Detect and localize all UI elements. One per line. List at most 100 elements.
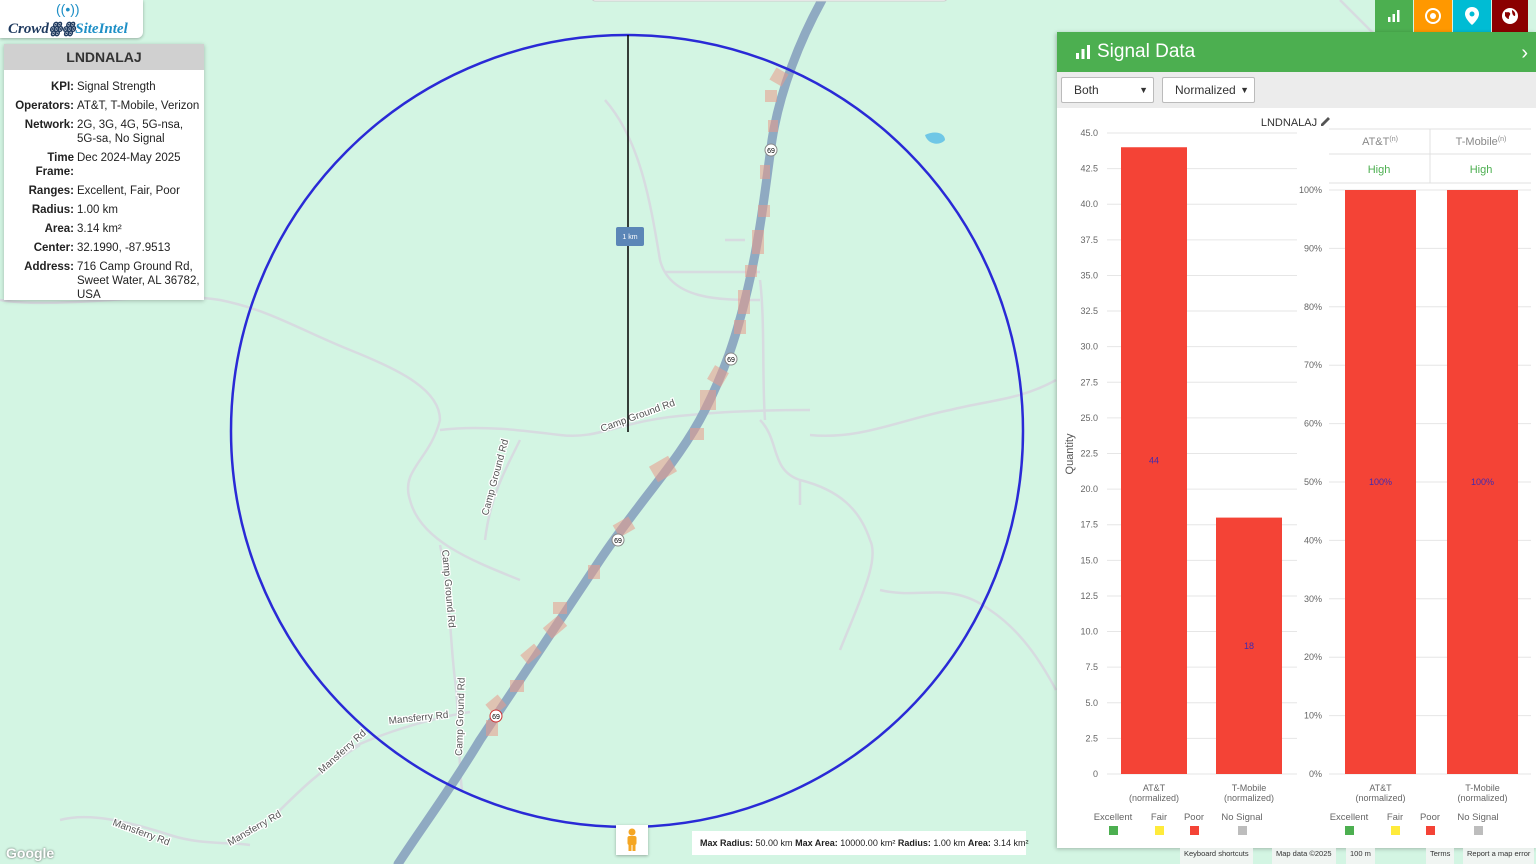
site-info-panel: LNDNALAJ KPI: Signal Strength Operators: AT… bbox=[4, 44, 204, 301]
legend-label: Excellent bbox=[1094, 812, 1133, 823]
x-category-label: AT&T bbox=[1143, 783, 1166, 793]
info-value: AT&T, T-Mobile, Verizon bbox=[77, 100, 200, 112]
x-category-label: AT&T bbox=[1369, 783, 1392, 793]
legend-swatch bbox=[1238, 826, 1247, 835]
route-shield-label: 69 bbox=[727, 357, 735, 364]
operator-select[interactable]: Both ▼ bbox=[1061, 77, 1154, 103]
y-tick-label: 37.5 bbox=[1080, 235, 1098, 245]
svg-text:AT&T(n): AT&T(n) bbox=[1362, 136, 1398, 148]
panel-controls: Both ▼ Normalized ▼ bbox=[1057, 72, 1536, 108]
keyboard-shortcuts-link[interactable]: Keyboard shortcuts bbox=[1180, 848, 1253, 864]
x-category-label: (normalized) bbox=[1355, 793, 1405, 803]
svg-text:T-Mobile(n): T-Mobile(n) bbox=[1456, 136, 1507, 148]
info-label: Radius: bbox=[31, 204, 74, 216]
y-tick-label: 42.5 bbox=[1080, 164, 1098, 174]
table-col-tmobile: T-Mobile bbox=[1456, 136, 1498, 148]
info-label: Address: bbox=[24, 261, 74, 273]
legend-swatch bbox=[1190, 826, 1199, 835]
info-label: KPI: bbox=[51, 81, 74, 93]
info-row: Ranges: Excellent, Fair, Poor bbox=[4, 184, 204, 198]
y-tick-label: 0% bbox=[1309, 769, 1322, 779]
info-label: Time Frame: bbox=[35, 152, 74, 178]
stat-value: 3.14 km² bbox=[993, 838, 1029, 848]
table-col-tmobile-sup: (n) bbox=[1498, 136, 1507, 143]
tmobile-level: High bbox=[1470, 164, 1493, 176]
info-value: 2G, 3G, 4G, 5G-nsa, 5G-sa, No Signal bbox=[77, 119, 184, 145]
y-tick-label: 27.5 bbox=[1080, 377, 1098, 387]
y-tick-label: 17.5 bbox=[1080, 520, 1098, 530]
legend-label: Poor bbox=[1420, 812, 1440, 823]
pegman-icon bbox=[627, 828, 637, 851]
y-tick-label: 45.0 bbox=[1080, 128, 1098, 138]
signal-data-button[interactable] bbox=[1375, 0, 1413, 32]
app-logo[interactable]: ((•)) CrowdꙮꙮSiteIntel bbox=[0, 0, 143, 38]
terms-link[interactable]: Terms bbox=[1426, 848, 1455, 864]
x-category-label: (normalized) bbox=[1457, 793, 1507, 803]
legend-label: Fair bbox=[1387, 812, 1403, 823]
bar-value-label: 44 bbox=[1149, 456, 1159, 466]
report-map-error-link[interactable]: Report a map error bbox=[1463, 848, 1535, 864]
table-col-att: AT&T bbox=[1362, 136, 1390, 148]
search-bar-edge[interactable] bbox=[592, 0, 947, 2]
street-view-pegman[interactable] bbox=[616, 825, 648, 855]
y-tick-label: 25.0 bbox=[1080, 413, 1098, 423]
location-button[interactable] bbox=[1453, 0, 1491, 32]
percentage-bar-chart: 0% 10% 20% 30% 40% 50% 60% 70% 80% 90% 100% 100% AT&… bbox=[1299, 185, 1531, 803]
logo-part-siteintel: SiteIntel bbox=[75, 21, 128, 37]
location-pin-icon bbox=[1465, 7, 1479, 25]
y-tick-label: 5.0 bbox=[1085, 698, 1098, 708]
logo-part-crowd: Crowd bbox=[8, 21, 49, 37]
y-tick-label: 70% bbox=[1304, 360, 1322, 370]
panel-header: Signal Data › bbox=[1057, 32, 1536, 72]
legend-swatch bbox=[1345, 826, 1354, 835]
legend-label: Excellent bbox=[1330, 812, 1369, 823]
radius-target-button[interactable] bbox=[1414, 0, 1452, 32]
legend-swatch bbox=[1426, 826, 1435, 835]
quantity-bar-chart: 0 2.5 5.0 7.5 10.0 12.5 15.0 17.5 20.0 22.5 25.0 27… bbox=[1080, 128, 1297, 803]
logo-text: CrowdꙮꙮSiteIntel bbox=[8, 19, 128, 38]
globe-icon bbox=[1502, 8, 1518, 24]
y-tick-label: 30.0 bbox=[1080, 342, 1098, 352]
map-scale[interactable]: 100 m bbox=[1346, 848, 1375, 864]
mode-select[interactable]: Normalized ▼ bbox=[1162, 77, 1255, 103]
y-tick-label: 0 bbox=[1093, 769, 1098, 779]
edit-title-icon[interactable] bbox=[1321, 117, 1330, 126]
y-tick-label: 35.0 bbox=[1080, 270, 1098, 280]
x-category-label: T-Mobile bbox=[1232, 783, 1267, 793]
y-tick-label: 15.0 bbox=[1080, 555, 1098, 565]
x-category-label: T-Mobile bbox=[1465, 783, 1500, 793]
route-shield-label: 69 bbox=[767, 148, 775, 155]
legend-label: Fair bbox=[1151, 812, 1167, 823]
site-title: LNDNALAJ bbox=[4, 44, 204, 70]
y-tick-label: 7.5 bbox=[1085, 662, 1098, 672]
legend-swatch bbox=[1155, 826, 1164, 835]
y-axis-label: Quantity bbox=[1064, 433, 1076, 474]
info-value: Dec 2024-May 2025 bbox=[77, 152, 181, 164]
y-tick-label: 30% bbox=[1304, 594, 1322, 604]
signal-tower-icon: ((•)) bbox=[56, 1, 80, 17]
info-row: Radius: 1.00 km bbox=[4, 203, 204, 217]
target-icon bbox=[1425, 8, 1441, 24]
y-tick-label: 100% bbox=[1299, 185, 1322, 195]
x-category-label: (normalized) bbox=[1224, 793, 1274, 803]
bar-value-label: 18 bbox=[1244, 641, 1254, 651]
y-tick-label: 32.5 bbox=[1080, 306, 1098, 316]
collapse-panel-chevron-icon[interactable]: › bbox=[1521, 42, 1528, 65]
radius-stats-box: Max Radius: 50.00 km Max Area: 10000.00 … bbox=[692, 831, 1029, 855]
info-label: Area: bbox=[44, 223, 74, 235]
info-label: Network: bbox=[24, 119, 74, 131]
att-level: High bbox=[1368, 164, 1391, 176]
info-row: Network: 2G, 3G, 4G, 5G-nsa, 5G-sa, No Si… bbox=[4, 118, 204, 146]
panel-title: Signal Data bbox=[1097, 41, 1196, 62]
info-label: Operators: bbox=[15, 100, 74, 112]
info-value: 1.00 km bbox=[77, 204, 118, 216]
info-label: Center: bbox=[33, 242, 74, 254]
stat-label: Max Radius: bbox=[700, 838, 754, 848]
legend-swatch bbox=[1474, 826, 1483, 835]
globe-button[interactable] bbox=[1492, 0, 1528, 32]
legend-swatch bbox=[1391, 826, 1400, 835]
operator-header-table: AT&T(n) T-Mobile(n) High High bbox=[1329, 128, 1531, 184]
stat-value: 1.00 km bbox=[933, 838, 966, 848]
info-row: Center: 32.1990, -87.9513 bbox=[4, 241, 204, 255]
chevron-down-icon: ▼ bbox=[1240, 85, 1249, 95]
